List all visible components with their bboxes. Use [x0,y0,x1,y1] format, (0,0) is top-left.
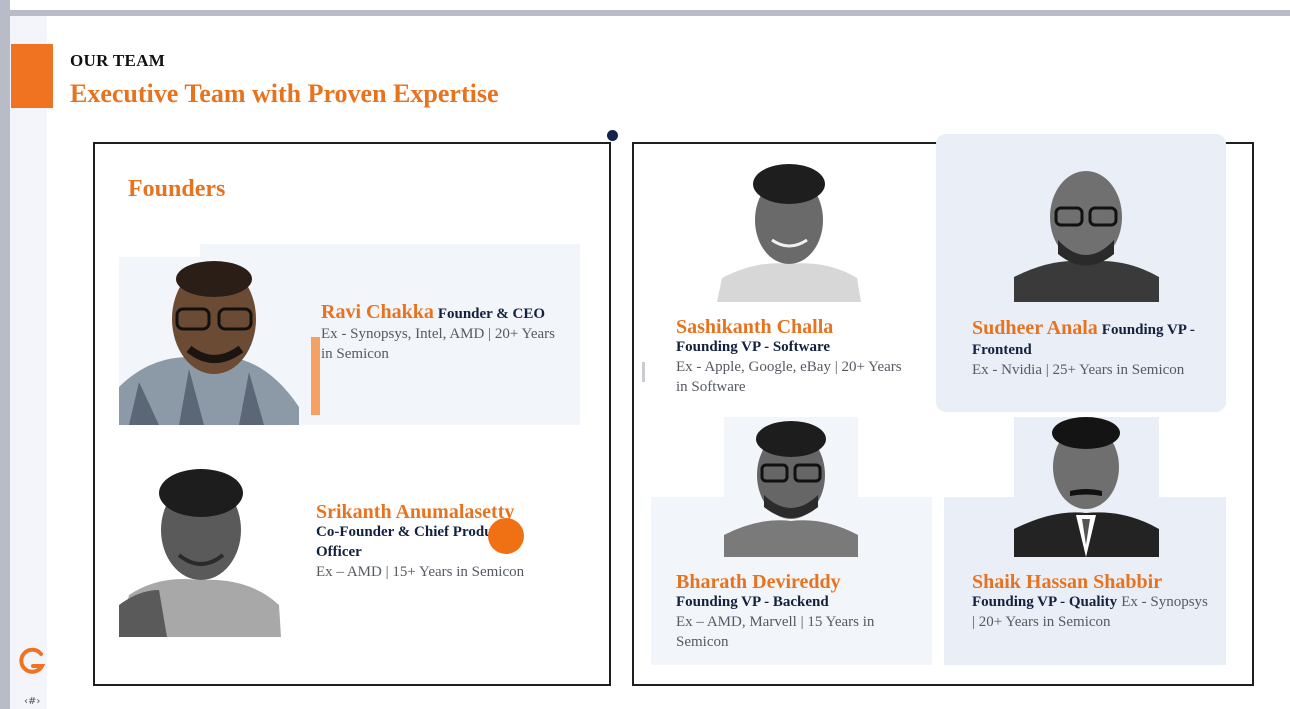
vp-photo-bharath [724,417,858,557]
person-name: Sudheer Anala [972,317,1098,339]
person-role: Founding VP - Software [676,339,831,355]
vp-card-shaik: Shaik Hassan Shabbir Founding VP - Quali… [972,572,1212,632]
vp-card-bharath: Bharath Devireddy Founding VP - Backend … [676,572,916,652]
person-name: Shaik Hassan Shabbir [972,571,1163,593]
person-name: Ravi Chakka [321,301,434,323]
panel-connector-dot [607,130,618,141]
founder-photo-srikanth [119,465,281,637]
person-info: Ex – AMD | 15+ Years in Semicon [316,564,525,580]
vp-photo-shaik [1014,417,1159,557]
vp-card-sudheer: Sudheer Anala Founding VP - Frontend Ex … [972,318,1212,380]
accent-block [11,44,53,108]
section-eyebrow: OUR TEAM [70,51,166,70]
founder-card-ravi: Ravi Chakka Founder & CEO Ex - Synopsys,… [321,302,561,364]
vp-photo-sudheer [1014,162,1159,302]
person-role: Founding VP - Quality [972,594,1118,610]
person-info: Ex - Synopsys, Intel, AMD | 20+ Years in… [321,326,555,362]
vp-card-sashikanth: Sashikanth Challa Founding VP - Software… [676,317,906,397]
founder-photo-ravi [119,257,299,425]
vp-photo-sashikanth [717,160,861,302]
orange-dot-decoration [488,518,524,554]
top-divider [0,10,1290,16]
person-role: Founder & CEO [437,306,546,322]
left-edge-bar [0,0,10,709]
person-name: Bharath Devireddy [676,571,841,593]
page-title: Executive Team with Proven Expertise [70,79,499,108]
person-info: Ex - Apple, Google, eBay | 20+ Years in … [676,359,902,395]
founders-heading: Founders [128,176,226,202]
person-info: Ex - Nvidia | 25+ Years in Semicon [972,362,1185,378]
person-info: Ex – AMD, Marvell | 15 Years in Semicon [676,614,875,650]
divider-mark [642,362,645,382]
person-role: Founding VP - Backend [676,594,829,610]
founder-accent-bar [311,337,320,415]
person-name: Sashikanth Challa [676,316,834,338]
left-strip [10,16,47,709]
page-number: ‹#› [24,696,41,707]
company-logo-icon [17,646,46,678]
